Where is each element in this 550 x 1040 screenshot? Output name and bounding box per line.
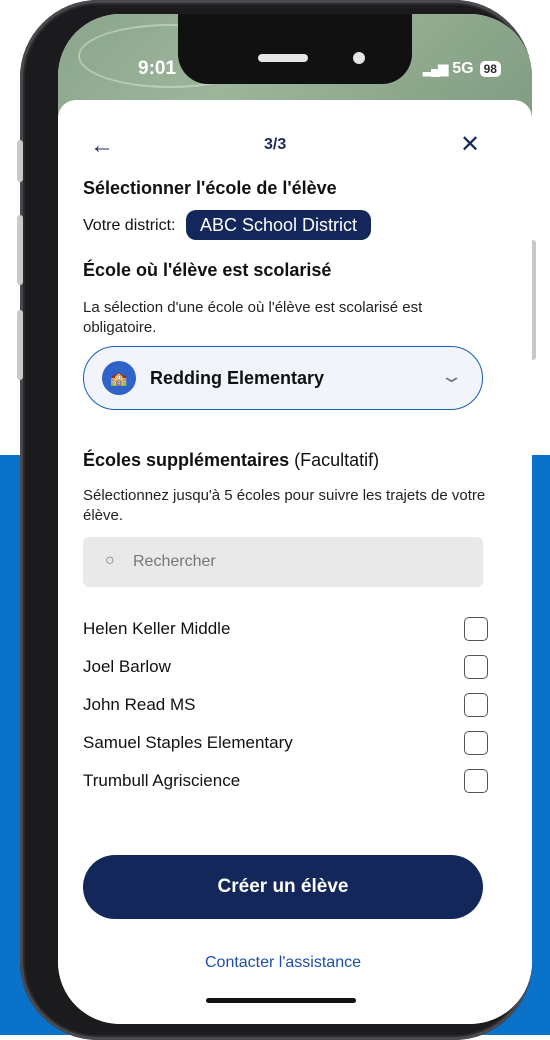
enrolled-school-description: La sélection d'une école où l'élève est … <box>83 299 423 336</box>
list-item[interactable]: Samuel Staples Elementary <box>83 724 488 762</box>
school-list: Helen Keller Middle Joel Barlow John Rea… <box>83 610 488 800</box>
selected-school: Redding Elementary <box>150 368 325 388</box>
enrolled-school-title: École où l'élève est scolarisé <box>83 260 332 280</box>
volume-down-button <box>17 310 23 380</box>
additional-schools-title: Écoles supplémentaires (Facultatif) <box>83 450 379 471</box>
school-checkbox[interactable] <box>464 769 488 793</box>
home-indicator <box>206 998 356 1003</box>
enrolled-school-dropdown[interactable]: 🏫 Redding Elementary ⌄ <box>83 346 483 410</box>
status-indicators: ▂▄▆ 5G 98 <box>423 60 501 78</box>
step-indicator: 3/3 <box>264 136 287 153</box>
status-time: 9:01 <box>138 58 177 79</box>
list-item[interactable]: John Read MS <box>83 686 488 724</box>
signal-icon: ▂▄▆ <box>423 61 448 76</box>
district-label: Votre district: <box>83 217 176 234</box>
chevron-down-icon: ⌄ <box>439 366 464 386</box>
create-student-button[interactable]: Créer un élève <box>83 855 483 919</box>
school-checkbox[interactable] <box>464 693 488 717</box>
school-search-input[interactable]: ○ Rechercher <box>83 537 483 587</box>
school-checkbox[interactable] <box>464 617 488 641</box>
search-placeholder: Rechercher <box>133 553 216 570</box>
battery-icon: 98 <box>479 61 501 77</box>
notch <box>178 14 412 84</box>
network-label: 5G <box>452 60 474 77</box>
school-name: Helen Keller Middle <box>83 619 231 638</box>
speaker-grille <box>258 54 308 62</box>
district-badge: ABC School District <box>186 210 372 240</box>
search-icon: ○ <box>105 552 115 569</box>
school-checkbox[interactable] <box>464 655 488 679</box>
close-icon[interactable]: ✕ <box>460 130 480 159</box>
silent-switch <box>17 140 23 182</box>
phone-frame: 9:01 ▂▄▆ 5G 98 ← 3/3 ✕ Sélectionner l'éc… <box>17 0 536 1040</box>
camera-icon <box>353 52 365 64</box>
school-name: Joel Barlow <box>83 657 171 676</box>
contact-support-link[interactable]: Contacter l'assistance <box>58 954 508 972</box>
school-checkbox[interactable] <box>464 731 488 755</box>
create-student-sheet: ← 3/3 ✕ Sélectionner l'école de l'élève … <box>58 100 532 1024</box>
select-school-title: Sélectionner l'école de l'élève <box>83 178 337 198</box>
school-name: Trumbull Agriscience <box>83 771 241 790</box>
volume-up-button <box>17 215 23 285</box>
screen: 9:01 ▂▄▆ 5G 98 ← 3/3 ✕ Sélectionner l'éc… <box>58 14 532 1024</box>
school-name: John Read MS <box>83 695 196 714</box>
back-arrow-icon[interactable]: ← <box>90 132 114 160</box>
school-icon: 🏫 <box>102 361 136 395</box>
additional-schools-label: Écoles supplémentaires <box>83 450 290 470</box>
list-item[interactable]: Helen Keller Middle <box>83 610 488 648</box>
optional-label: (Facultatif) <box>294 450 380 470</box>
list-item[interactable]: Trumbull Agriscience <box>83 762 488 800</box>
additional-schools-description: Sélectionnez jusqu'à 5 écoles pour suivr… <box>83 487 486 524</box>
list-item[interactable]: Joel Barlow <box>83 648 488 686</box>
school-name: Samuel Staples Elementary <box>83 733 293 752</box>
